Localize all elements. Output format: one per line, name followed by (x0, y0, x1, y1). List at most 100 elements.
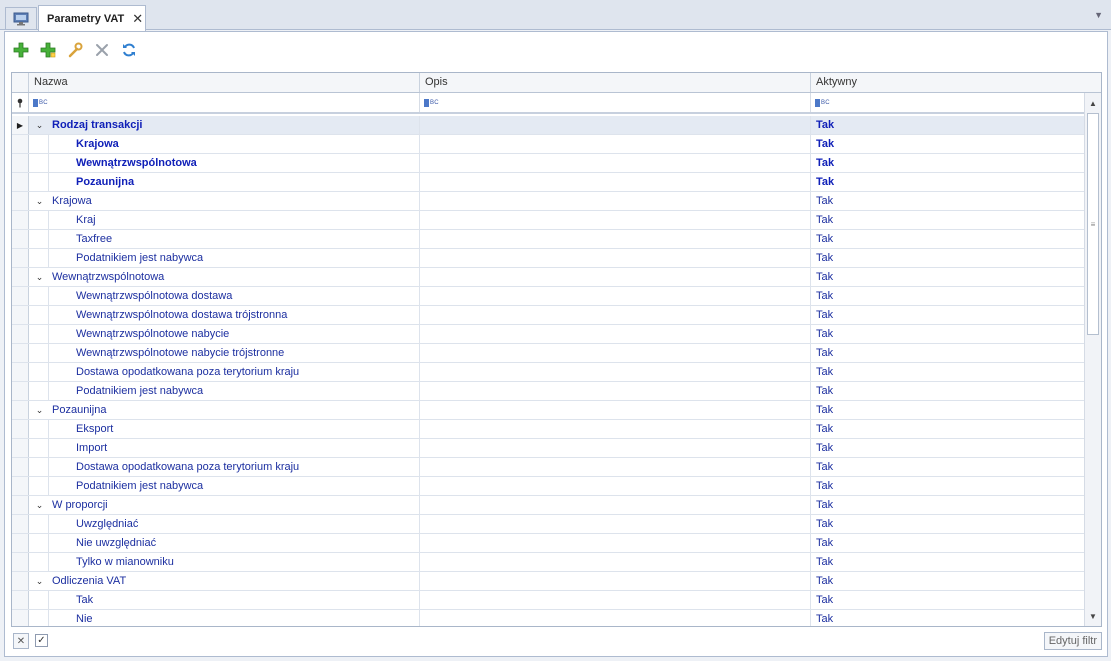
table-row[interactable]: Wewnątrzwspólnotowe nabycie Tak (12, 325, 1085, 344)
expand-chevron-icon[interactable]: ⌄ (29, 405, 50, 416)
table-row[interactable]: Import Tak (12, 439, 1085, 458)
scroll-down-icon[interactable]: ▼ (1085, 608, 1101, 624)
cell-name: Wewnątrzwspólnotowe nabycie trójstronne (29, 344, 420, 362)
filter-name-cell[interactable]: BC (29, 93, 420, 112)
cell-name: Dostawa opodatkowana poza terytorium kra… (29, 458, 420, 476)
cell-active: Tak (816, 480, 834, 492)
tab-parametry-vat[interactable]: Parametry VAT ✕ (38, 5, 146, 31)
table-row[interactable]: ⌄ Wewnątrzwspólnotowa Tak (12, 268, 1085, 287)
table-row[interactable]: ⌄ Pozaunijna Tak (12, 401, 1085, 420)
cell-active: Tak (816, 366, 834, 378)
cell-active: Tak (816, 214, 834, 226)
table-row[interactable]: Uwzględniać Tak (12, 515, 1085, 534)
cell-desc (420, 192, 811, 210)
table-row[interactable]: Pozaunijna Tak (12, 173, 1085, 192)
table-row[interactable]: Dostawa opodatkowana poza terytorium kra… (12, 363, 1085, 382)
row-indicator (12, 287, 29, 305)
table-row[interactable]: Podatnikiem jest nabywca Tak (12, 382, 1085, 401)
cell-desc (420, 363, 811, 381)
cell-active: Tak (816, 518, 834, 530)
cell-desc (420, 344, 811, 362)
cell-desc (420, 420, 811, 438)
table-row[interactable]: Tak Tak (12, 591, 1085, 610)
table-row[interactable]: Krajowa Tak (12, 135, 1085, 154)
edit-button[interactable] (65, 40, 85, 60)
cell-active: Tak (816, 347, 834, 359)
table-row[interactable]: Eksport Tak (12, 420, 1085, 439)
row-name-text: W proporcji (52, 499, 108, 511)
table-row[interactable]: Wewnątrzwspólnotowa dostawa Tak (12, 287, 1085, 306)
cell-active: Tak (816, 537, 834, 549)
scroll-thumb[interactable]: ≡ (1087, 113, 1099, 335)
column-header-name[interactable]: Nazwa (29, 73, 420, 92)
close-tab-icon[interactable]: ✕ (132, 11, 143, 27)
table-row[interactable]: Kraj Tak (12, 211, 1085, 230)
expand-chevron-icon[interactable]: ⌄ (29, 120, 50, 131)
cell-name: Wewnątrzwspólnotowa dostawa trójstronna (29, 306, 420, 324)
row-indicator (12, 173, 29, 191)
cell-name: Uwzględniać (29, 515, 420, 533)
add-subitem-button[interactable] (38, 40, 58, 60)
cell-desc (420, 439, 811, 457)
row-name-text: Rodzaj transakcji (52, 119, 143, 131)
cell-name: Kraj (29, 211, 420, 229)
expand-chevron-icon[interactable]: ⌄ (29, 500, 50, 511)
table-row[interactable]: Podatnikiem jest nabywca Tak (12, 249, 1085, 268)
table-row[interactable]: ⌄ Odliczenia VAT Tak (12, 572, 1085, 591)
add-icon (13, 42, 29, 58)
cell-desc (420, 249, 811, 267)
pin-icon (12, 93, 29, 112)
column-header-active[interactable]: Aktywny (811, 73, 1101, 92)
expand-chevron-icon[interactable]: ⌄ (29, 196, 50, 207)
table-row[interactable]: ⌄ Krajowa Tak (12, 192, 1085, 211)
row-indicator (12, 135, 29, 153)
cell-active: Tak (816, 290, 834, 302)
table-row[interactable]: ⌄ W proporcji Tak (12, 496, 1085, 515)
scroll-up-icon[interactable]: ▲ (1085, 95, 1101, 111)
row-indicator (12, 325, 29, 343)
table-row[interactable]: ▶ ⌄ Rodzaj transakcji Tak (12, 116, 1085, 135)
cell-active: Tak (816, 157, 835, 169)
add-button[interactable] (11, 40, 31, 60)
row-indicator (12, 363, 29, 381)
table-row[interactable]: Nie uwzględniać Tak (12, 534, 1085, 553)
cell-active: Tak (816, 461, 834, 473)
refresh-button[interactable] (119, 40, 139, 60)
table-row[interactable]: Taxfree Tak (12, 230, 1085, 249)
row-name-text: Wewnątrzwspólnotowa dostawa trójstronna (76, 309, 288, 321)
table-row[interactable]: Dostawa opodatkowana poza terytorium kra… (12, 458, 1085, 477)
cell-active: Tak (811, 116, 1085, 134)
table-row[interactable]: Nie Tak (12, 610, 1085, 626)
table-row[interactable]: Wewnątrzwspólnotowa dostawa trójstronna T… (12, 306, 1085, 325)
filter-desc-cell[interactable]: BC (420, 93, 811, 112)
cell-name: Nie uwzględniać (29, 534, 420, 552)
table-row[interactable]: Podatnikiem jest nabywca Tak (12, 477, 1085, 496)
cell-name: ⌄ Odliczenia VAT (29, 572, 420, 590)
row-name-text: Pozaunijna (52, 404, 107, 416)
vertical-scrollbar[interactable]: ▲ ≡ ▼ (1084, 93, 1101, 626)
row-indicator (12, 591, 29, 609)
cell-desc (420, 116, 811, 134)
row-name-text: Podatnikiem jest nabywca (76, 480, 204, 492)
filter-active-cell[interactable]: BC (811, 93, 1085, 112)
row-indicator (12, 211, 29, 229)
tab-bar: Parametry VAT ✕ ▼ (0, 0, 1111, 31)
clear-filter-button[interactable]: ✕ (13, 633, 29, 649)
table-row[interactable]: Wewnątrzwspólnotowe nabycie trójstronne T… (12, 344, 1085, 363)
cell-name: Dostawa opodatkowana poza terytorium kra… (29, 363, 420, 381)
filter-enabled-checkbox[interactable]: ✓ (35, 634, 48, 647)
row-name-text: Nie uwzględniać (76, 537, 157, 549)
cell-desc (420, 306, 811, 324)
cell-desc (420, 173, 811, 191)
row-indicator (12, 553, 29, 571)
delete-button[interactable] (92, 40, 112, 60)
expand-chevron-icon[interactable]: ⌄ (29, 272, 50, 283)
tab-menu-chevron-icon[interactable]: ▼ (1094, 10, 1103, 20)
cell-active: Tak (816, 138, 835, 150)
expand-chevron-icon[interactable]: ⌄ (29, 576, 50, 587)
column-header-desc[interactable]: Opis (420, 73, 811, 92)
table-row[interactable]: Wewnątrzwspólnotowa Tak (12, 154, 1085, 173)
home-tab[interactable] (5, 7, 37, 29)
table-row[interactable]: Tylko w mianowniku Tak (12, 553, 1085, 572)
edit-filter-button[interactable]: Edytuj filtr (1043, 632, 1102, 650)
